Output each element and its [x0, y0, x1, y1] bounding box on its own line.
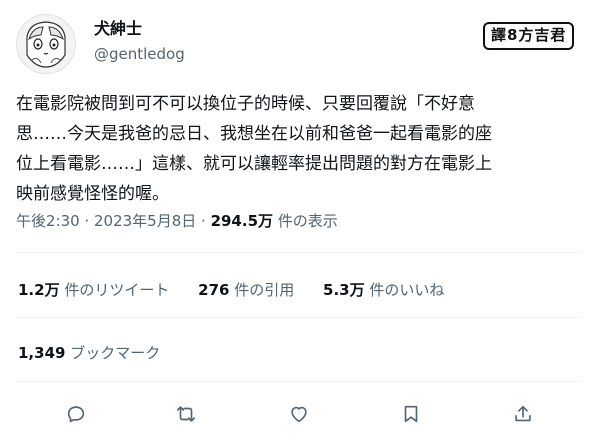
- bookmark-button[interactable]: [397, 400, 425, 428]
- share-icon: [515, 405, 531, 422]
- views-count: 294.5万: [210, 212, 274, 230]
- tweet-meta: 午後2:30 · 2023年5月8日 · 294.5万 件の表示: [16, 211, 338, 231]
- action-bar: [0, 396, 598, 430]
- watermark-stamp: 譯8方吉君: [483, 22, 575, 50]
- likes-count: 5.3万: [323, 281, 365, 299]
- views-label: 件の表示: [273, 212, 338, 230]
- tweet-line: 思……今天是我爸的忌日、我想坐在以前和爸爸一起看電影的座: [16, 124, 492, 144]
- retweet-icon: [176, 406, 196, 422]
- retweet-button[interactable]: [172, 400, 200, 428]
- retweets-stat[interactable]: 1.2万 件のリツイート: [18, 281, 169, 299]
- tweet-line: 在電影院被問到可不可以換位子的時候、只要回覆說「不好意: [16, 94, 475, 114]
- bookmarks-stat[interactable]: 1,349 ブックマーク: [18, 343, 160, 363]
- bookmarks-label: ブックマーク: [70, 344, 161, 362]
- quotes-count: 276: [198, 281, 230, 299]
- bookmarks-count: 1,349: [18, 344, 66, 362]
- timestamp[interactable]: 午後2:30 · 2023年5月8日 ·: [16, 212, 211, 230]
- quotes-label: 件の引用: [234, 281, 295, 299]
- engagement-stats: 1.2万 件のリツイート 276 件の引用 5.3万 件のいいね: [18, 280, 468, 300]
- tweet-line: 映前感覺怪怪的喔。: [16, 184, 169, 204]
- tweet-line: 位上看電影……」這樣、就可以讓輕率提出問題的對方在電影上: [16, 154, 492, 174]
- divider: [16, 381, 582, 382]
- divider: [16, 317, 582, 318]
- quotes-stat[interactable]: 276 件の引用: [198, 281, 294, 299]
- retweets-count: 1.2万: [18, 281, 60, 299]
- avatar[interactable]: [16, 14, 76, 74]
- divider: [16, 252, 582, 253]
- retweets-label: 件のリツイート: [64, 281, 170, 299]
- likes-stat[interactable]: 5.3万 件のいいね: [323, 281, 444, 299]
- reply-button[interactable]: [62, 400, 90, 428]
- like-icon: [291, 406, 307, 423]
- user-handle[interactable]: @gentledog: [94, 44, 185, 64]
- like-button[interactable]: [285, 400, 313, 428]
- reply-icon: [67, 406, 85, 423]
- display-name[interactable]: 犬紳士: [94, 19, 142, 39]
- likes-label: 件のいいね: [369, 281, 445, 299]
- bookmark-icon: [404, 405, 418, 423]
- share-button[interactable]: [509, 400, 537, 428]
- tweet-text: 在電影院被問到可不可以換位子的時候、只要回覆說「不好意 思……今天是我爸的忌日、…: [16, 89, 582, 209]
